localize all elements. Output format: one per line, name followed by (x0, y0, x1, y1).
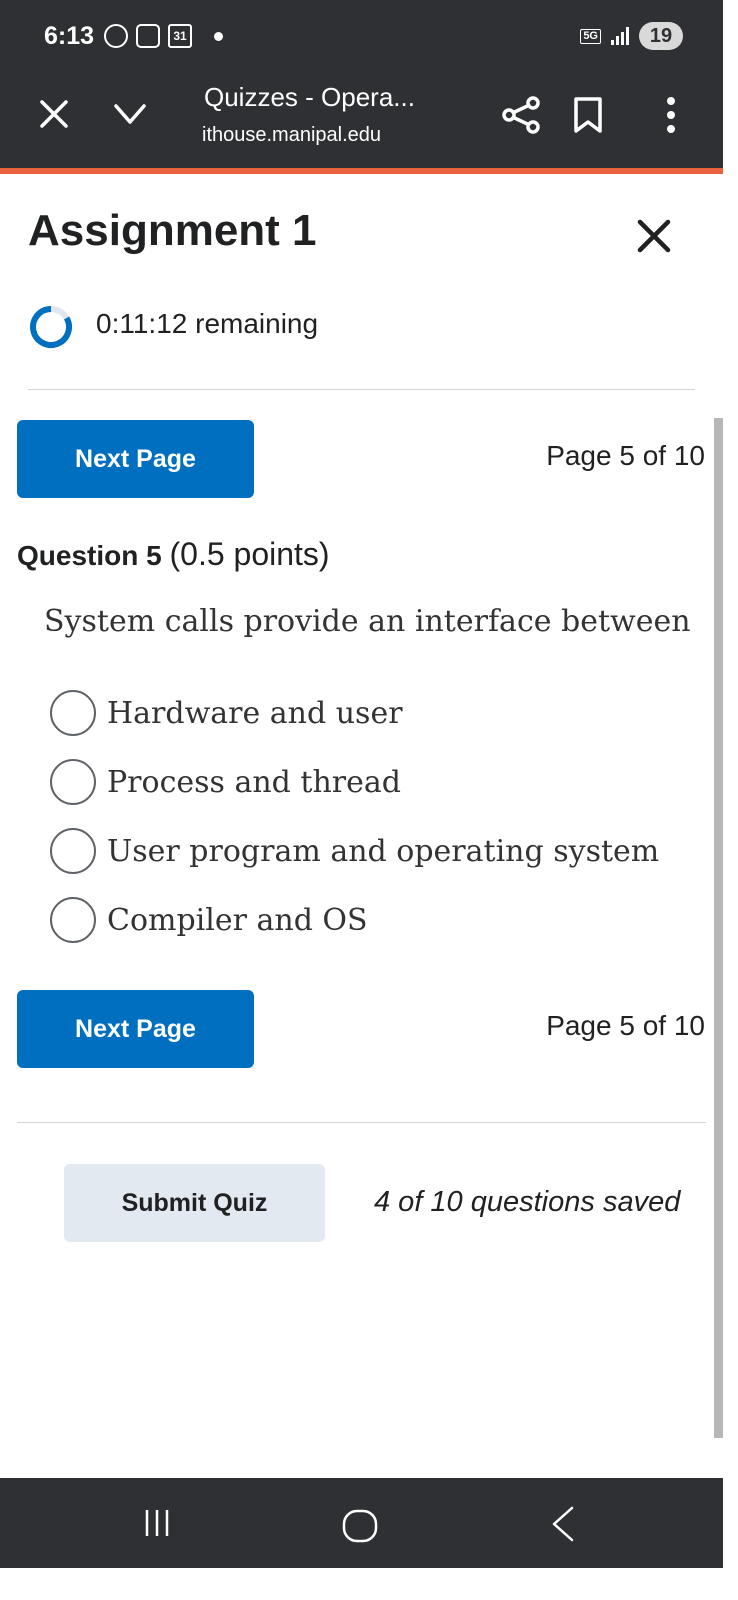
answer-option-label[interactable]: Process and thread (107, 765, 401, 800)
question-number: Question 5 (17, 540, 162, 571)
battery-level-badge: 19 (639, 22, 683, 50)
header-accent-line (0, 168, 723, 174)
answer-option-label[interactable]: Compiler and OS (107, 903, 368, 938)
close-tab-icon[interactable] (34, 94, 74, 134)
signal-strength-icon (611, 27, 629, 45)
browser-page-title[interactable]: Quizzes - Opera... (204, 82, 415, 113)
answer-option-label[interactable]: User program and operating system (107, 834, 659, 869)
time-remaining: 0:11:12 remaining (96, 308, 319, 339)
answer-option[interactable]: Process and thread (50, 758, 401, 806)
assignment-title: Assignment 1 (28, 206, 317, 255)
share-icon[interactable] (500, 94, 542, 136)
divider (28, 389, 695, 390)
answer-option-label[interactable]: Hardware and user (107, 696, 403, 731)
notification-dot-icon (214, 31, 223, 41)
answer-option[interactable]: Hardware and user (50, 689, 403, 737)
page-indicator-bottom: Page 5 of 10 (546, 1010, 705, 1041)
status-time: 6:13 (44, 22, 95, 50)
whatsapp-icon (104, 24, 128, 48)
question-points: (0.5 points) (169, 536, 330, 572)
calendar-icon: 31 (168, 24, 192, 48)
next-page-button-top[interactable]: Next Page (17, 420, 254, 498)
question-text: System calls provide an interface betwee… (44, 604, 691, 639)
bookmark-icon[interactable] (572, 96, 604, 134)
radio-button[interactable] (50, 690, 96, 736)
status-system-icons: 5G 19 (580, 22, 683, 50)
page-scrollbar[interactable] (714, 418, 723, 1438)
answer-option[interactable]: User program and operating system (50, 827, 659, 875)
network-type-badge: 5G (580, 28, 601, 44)
submit-quiz-button[interactable]: Submit Quiz (64, 1164, 325, 1242)
status-notification-icons: 31 (104, 24, 223, 48)
radio-button[interactable] (50, 897, 96, 943)
radio-button[interactable] (50, 759, 96, 805)
screenshot-icon (136, 24, 160, 48)
home-icon[interactable] (340, 1506, 380, 1546)
question-header: Question 5 (0.5 points) (17, 536, 330, 573)
next-page-button-bottom[interactable]: Next Page (17, 990, 254, 1068)
timer-progress-icon (30, 306, 72, 348)
saved-status: 4 of 10 questions saved (374, 1186, 681, 1218)
answer-option[interactable]: Compiler and OS (50, 896, 368, 944)
browser-url[interactable]: ithouse.manipal.edu (202, 124, 381, 147)
recent-apps-icon[interactable] (140, 1508, 174, 1538)
chevron-down-icon[interactable] (110, 96, 150, 132)
page-indicator-top: Page 5 of 10 (546, 440, 705, 471)
browser-header: 6:13 31 5G 19 Quizzes - Opera... ithouse… (0, 0, 723, 168)
divider (17, 1122, 706, 1123)
radio-button[interactable] (50, 828, 96, 874)
close-quiz-icon[interactable] (632, 214, 676, 258)
more-options-icon[interactable] (660, 96, 682, 134)
back-icon[interactable] (548, 1504, 578, 1544)
